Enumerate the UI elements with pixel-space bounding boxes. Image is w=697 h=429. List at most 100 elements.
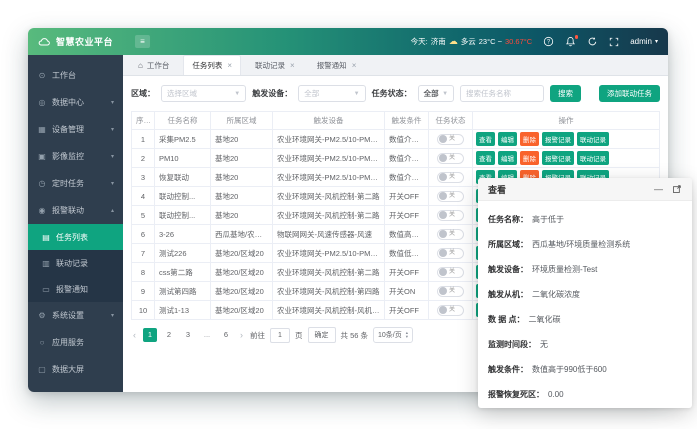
status-toggle[interactable]: 关	[437, 248, 464, 259]
linkage-record-button[interactable]: 联动记录	[577, 132, 609, 146]
cell-region: 基地20	[211, 168, 273, 187]
sidebar-item-task-list[interactable]: ▤任务列表	[28, 224, 123, 250]
status-toggle[interactable]: 关	[437, 172, 464, 183]
chevron-down-icon: ▾	[111, 153, 114, 160]
sidebar-item-alarm-linkage[interactable]: ◉报警联动▴	[28, 197, 123, 224]
cell-condition: 数值低于...	[385, 244, 429, 263]
status-toggle[interactable]: 关	[437, 286, 464, 297]
alarm-icon: ◉	[37, 206, 47, 215]
column-header: 触发条件	[385, 112, 429, 130]
status-toggle[interactable]: 关	[437, 305, 464, 316]
sidebar-submenu-alarm-linkage: ▤任务列表▥联动记录▭报警通知	[28, 224, 123, 302]
chevron-up-icon: ▴	[111, 207, 114, 214]
sidebar-item-app-services[interactable]: ○应用服务	[28, 329, 123, 356]
delete-button[interactable]: 删除	[520, 132, 539, 146]
column-header: 任务状态	[429, 112, 473, 130]
cell-device: 农业环境网关-PM2.5/10-PM2.5	[273, 168, 385, 187]
sidebar-item-video-monitor[interactable]: ▣影像监控▾	[28, 143, 123, 170]
sidebar-item-device-management[interactable]: ▦设备管理▾	[28, 116, 123, 143]
edit-button[interactable]: 编辑	[498, 151, 517, 165]
fullscreen-icon[interactable]	[609, 37, 619, 47]
linkage-record-button[interactable]: 联动记录	[577, 151, 609, 165]
toggle-knob	[439, 287, 447, 295]
confirm-button[interactable]: 确定	[308, 327, 336, 343]
sidebar-item-system-settings[interactable]: ⚙系统设置▾	[28, 302, 123, 329]
status-toggle[interactable]: 关	[437, 153, 464, 164]
alarm-record-button[interactable]: 报警记录	[542, 151, 574, 165]
cell-condition: 开关OFF	[385, 206, 429, 225]
region-select[interactable]: 选择区域 ▼	[161, 85, 246, 102]
page-button[interactable]: 3	[181, 328, 195, 342]
alarm-record-button[interactable]: 报警记录	[542, 132, 574, 146]
tab-alarm-notice[interactable]: 报警通知×	[309, 55, 365, 75]
expand-icon[interactable]	[672, 184, 682, 194]
close-icon[interactable]: ×	[227, 61, 232, 70]
close-icon[interactable]: ×	[352, 61, 357, 70]
toggle-knob	[439, 154, 447, 162]
page-button[interactable]: 2	[162, 328, 176, 342]
minimize-icon[interactable]: —	[654, 185, 663, 194]
field-label: 报警恢复死区：	[488, 389, 544, 400]
chevron-down-icon: ▼	[234, 91, 240, 97]
toggle-knob	[439, 173, 447, 181]
cell-task-name: 测试第四路	[155, 282, 211, 301]
status-toggle[interactable]: 关	[437, 191, 464, 202]
weather-cloud-icon: ☁	[449, 36, 458, 47]
delete-button[interactable]: 删除	[520, 151, 539, 165]
dialog-header[interactable]: 查看 —	[478, 178, 692, 201]
search-input[interactable]	[460, 85, 544, 102]
close-icon[interactable]: ×	[290, 61, 295, 70]
toggle-off-label: 关	[449, 193, 455, 199]
sidebar-item-workbench[interactable]: ⊙工作台	[28, 62, 123, 89]
page-button[interactable]: 1	[143, 328, 157, 342]
status-toggle[interactable]: 关	[437, 229, 464, 240]
detail-field: 报警恢复死区：0.00	[488, 382, 682, 407]
prev-page-button[interactable]: ‹	[131, 330, 138, 340]
edit-button[interactable]: 编辑	[498, 132, 517, 146]
tab-workbench[interactable]: ⌂工作台	[130, 55, 177, 75]
sidebar-item-linkage-records[interactable]: ▥联动记录	[28, 250, 123, 276]
page-size-select[interactable]: 10条/页▴▾	[373, 327, 413, 343]
status-toggle[interactable]: 关	[437, 267, 464, 278]
refresh-icon[interactable]	[587, 36, 598, 47]
sidebar-item-data-screen[interactable]: ▢数据大屏	[28, 356, 123, 383]
list-icon: ▤	[41, 233, 51, 242]
status-toggle[interactable]: 关	[437, 210, 464, 221]
chevron-down-icon: ▾	[111, 126, 114, 133]
toggle-knob	[439, 211, 447, 219]
cell-status: 关	[429, 263, 473, 282]
view-button[interactable]: 查看	[476, 132, 495, 146]
toggle-knob	[439, 249, 447, 257]
cell-status: 关	[429, 301, 473, 320]
topbar: 智慧农业平台 ≡ 今天: 济南 ☁ 多云 23°C ~ 30.67°C ?	[28, 28, 668, 55]
bell-icon[interactable]	[565, 36, 576, 47]
device-select[interactable]: 全部 ▼	[298, 85, 365, 102]
cell-index: 3	[132, 168, 155, 187]
sidebar-item-scheduled-tasks[interactable]: ◷定时任务▾	[28, 170, 123, 197]
goto-page-input[interactable]	[270, 328, 290, 343]
search-button[interactable]: 搜索	[550, 85, 581, 102]
add-linkage-task-button[interactable]: 添加联动任务	[599, 85, 660, 102]
page-size-value: 10条/页	[378, 330, 402, 340]
hamburger-menu-icon[interactable]: ≡	[135, 35, 150, 48]
svg-text:?: ?	[547, 40, 551, 46]
field-value: 数值高于990低于600	[532, 364, 607, 375]
sidebar-item-alarm-notice[interactable]: ▭报警通知	[28, 276, 123, 302]
tab-linkage-records[interactable]: 联动记录×	[247, 55, 303, 75]
help-icon[interactable]: ?	[543, 36, 554, 47]
status-select[interactable]: 全部 ▼	[418, 85, 454, 102]
sidebar-item-data-center[interactable]: ◎数据中心▾	[28, 89, 123, 116]
total-count: 共 56 条	[341, 330, 369, 341]
toggle-off-label: 关	[449, 174, 455, 180]
cell-task-name: 测试226	[155, 244, 211, 263]
status-toggle[interactable]: 关	[437, 134, 464, 145]
next-page-button[interactable]: ›	[238, 330, 245, 340]
chevron-down-icon: ▼	[442, 91, 448, 97]
page: 智慧农业平台 ≡ 今天: 济南 ☁ 多云 23°C ~ 30.67°C ?	[0, 0, 697, 429]
screen-icon: ▢	[37, 365, 47, 374]
view-button[interactable]: 查看	[476, 151, 495, 165]
page-button[interactable]: 6	[219, 328, 233, 342]
detail-field: 监测时间段：无	[488, 332, 682, 357]
tab-task-list[interactable]: 任务列表×	[183, 55, 241, 75]
user-menu[interactable]: admin ▾	[630, 37, 658, 46]
